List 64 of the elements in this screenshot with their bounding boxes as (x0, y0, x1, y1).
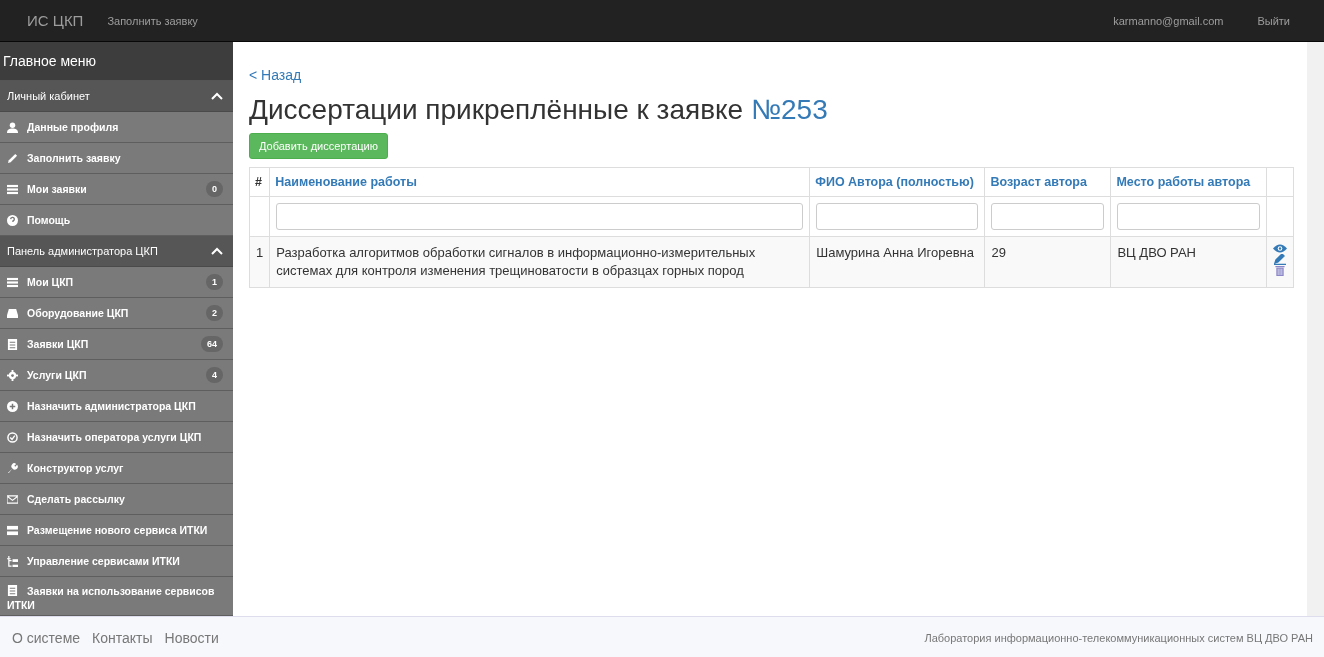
filter-field[interactable] (816, 203, 979, 230)
sidebar-title: Главное меню (0, 42, 233, 81)
doc-icon (7, 338, 18, 350)
user-email: karmanno@gmail.com (1113, 14, 1224, 27)
count-badge: 1 (206, 274, 223, 290)
footer-link[interactable]: О системе (12, 629, 81, 646)
table-cell: 1 (249, 236, 270, 288)
sidebar-item[interactable]: Заполнить заявку (0, 143, 233, 174)
request-link[interactable]: №253 (750, 94, 828, 125)
sidebar-item[interactable]: Оборудование ЦКП 2 (0, 298, 233, 329)
envelope-icon (7, 493, 18, 505)
table-cell: ВЦ ДВО РАН (1110, 236, 1267, 288)
eye-icon[interactable] (1273, 243, 1287, 254)
doc-icon (7, 585, 18, 596)
count-badge: 2 (206, 305, 223, 321)
sidebar-item[interactable]: Назначить администратора ЦКП (0, 391, 233, 422)
filter-field[interactable] (991, 203, 1105, 230)
count-badge: 4 (206, 367, 223, 383)
sidebar-item[interactable]: Конструктор услуг (0, 453, 233, 484)
sidebar-item[interactable]: Сделать рассылку (0, 484, 233, 515)
plus-icon (7, 400, 18, 412)
column-header[interactable]: ФИО Автора (полностью) (809, 167, 985, 197)
question-icon (7, 214, 18, 226)
sidebar-item[interactable]: Управление сервисами ИТКИ (0, 546, 233, 577)
footer-link[interactable]: Новости (164, 629, 219, 646)
pencil-icon[interactable] (1273, 254, 1287, 265)
pencil-icon (7, 152, 18, 164)
sidebar-section-header[interactable]: Панель администратора ЦКП (0, 236, 233, 267)
sidebar-item[interactable]: Данные профиля (0, 112, 233, 143)
list-icon (7, 183, 18, 195)
filter-field[interactable] (1117, 203, 1260, 230)
brand-link[interactable]: ИС ЦКП (27, 12, 84, 29)
column-header[interactable]: Наименование работы (269, 167, 810, 197)
back-link[interactable]: < Назад (249, 67, 302, 83)
table-cell: 29 (984, 236, 1111, 288)
check-icon (7, 431, 18, 443)
page-title: Диссертации прикреплённые к заявке №253 (249, 94, 829, 126)
table-cell: Разработка алгоритмов обработки сигналов в информационно-измерительных системах для контроля изменения трещиноватости в образцах горных пород (269, 236, 810, 288)
sidebar-item[interactable]: Услуги ЦКП 4 (0, 360, 233, 391)
sidebar-item[interactable]: Размещение нового сервиса ИТКИ (0, 515, 233, 546)
sidebar-item[interactable]: Мои заявки 0 (0, 174, 233, 205)
scrollbar[interactable] (1307, 42, 1324, 616)
filter-field[interactable] (276, 203, 804, 230)
column-header: # (249, 167, 270, 197)
tree-icon (7, 555, 18, 567)
count-badge: 64 (201, 336, 223, 352)
user-icon (7, 121, 18, 133)
sidebar-item[interactable]: Заявки ЦКП 64 (0, 329, 233, 360)
list-icon (7, 276, 18, 288)
footer-credit: Лаборатория информационно-телекоммуникационных систем ВЦ ДВО РАН (924, 631, 1313, 644)
sidebar-item[interactable]: Назначить оператора услуги ЦКП (0, 422, 233, 453)
server-icon (7, 524, 18, 536)
column-header[interactable]: Место работы автора (1110, 167, 1267, 197)
add-dissertation-button[interactable]: Добавить диссертацию (249, 133, 388, 159)
count-badge: 0 (206, 181, 223, 197)
sidebar-item[interactable]: Мои ЦКП 1 (0, 267, 233, 298)
footer-link[interactable]: Контакты (92, 629, 153, 646)
drive-icon (7, 307, 18, 319)
column-header[interactable]: Возраст автора (984, 167, 1111, 197)
nav-link[interactable]: Заполнить заявку (107, 14, 198, 27)
table-cell: Шамурина Анна Игоревна (809, 236, 985, 288)
trash-icon[interactable] (1273, 265, 1287, 276)
logout-link[interactable]: Выйти (1257, 14, 1290, 27)
sidebar-section-header[interactable]: Личный кабинет (0, 81, 233, 112)
